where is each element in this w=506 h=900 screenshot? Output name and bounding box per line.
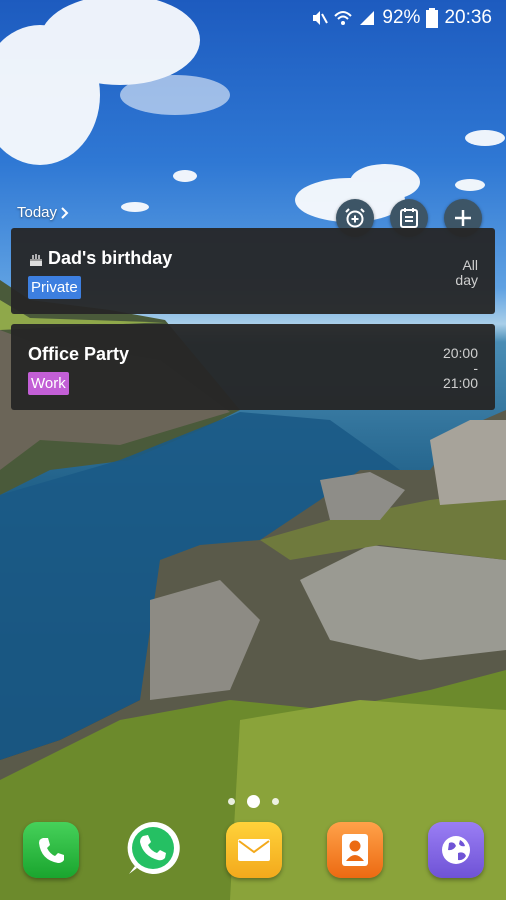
event-card[interactable]: Dad's birthday Private All day bbox=[11, 228, 495, 314]
event-time-end: 21:00 bbox=[442, 375, 478, 391]
event-time-end: day bbox=[455, 272, 478, 288]
phone-app[interactable] bbox=[23, 822, 79, 878]
wifi-icon bbox=[334, 11, 353, 25]
status-bar: 92% 20:36 bbox=[0, 0, 506, 36]
event-time-separator: - bbox=[473, 360, 478, 376]
page-dot[interactable] bbox=[271, 798, 279, 805]
wallpaper-landscape bbox=[0, 0, 506, 900]
event-title: Dad's birthday bbox=[48, 248, 173, 268]
signal-icon bbox=[360, 11, 375, 25]
today-label: Today bbox=[17, 204, 58, 221]
event-title-row: Dad's birthday bbox=[28, 248, 172, 269]
event-title-row: Office Party bbox=[28, 344, 129, 365]
battery-icon bbox=[426, 8, 439, 28]
plus-icon bbox=[455, 210, 471, 226]
phone-icon bbox=[39, 838, 64, 863]
whatsapp-icon bbox=[127, 821, 180, 874]
contacts-app[interactable] bbox=[327, 822, 383, 878]
event-card[interactable]: Office Party Work 20:00 - 21:00 bbox=[11, 324, 495, 410]
internet-app[interactable] bbox=[428, 822, 484, 878]
page-indicator bbox=[0, 795, 506, 808]
app-dock bbox=[0, 821, 506, 884]
event-time: 20:00 - 21:00 bbox=[443, 346, 478, 391]
event-time: All day bbox=[455, 258, 478, 288]
cake-icon bbox=[30, 253, 42, 266]
event-time-start: All bbox=[462, 257, 478, 273]
email-app[interactable] bbox=[226, 822, 282, 878]
battery-percent: 92% bbox=[382, 7, 421, 28]
wallpaper bbox=[0, 0, 506, 900]
status-time: 20:36 bbox=[444, 7, 492, 28]
event-calendar-tag: Work bbox=[28, 372, 69, 395]
page-dot[interactable] bbox=[227, 798, 235, 805]
mute-icon bbox=[313, 11, 329, 25]
internet-icon bbox=[442, 836, 470, 864]
whatsapp-app[interactable] bbox=[123, 818, 183, 878]
today-link[interactable]: Today bbox=[17, 204, 69, 221]
calendar-icon bbox=[400, 208, 418, 228]
chevron-right-icon bbox=[61, 206, 69, 219]
contacts-icon bbox=[342, 834, 368, 866]
alarm-add-icon bbox=[345, 208, 365, 228]
event-time-start: 20:00 bbox=[442, 345, 478, 361]
page-dot-active[interactable] bbox=[246, 795, 260, 808]
email-icon bbox=[238, 839, 270, 861]
event-title: Office Party bbox=[28, 344, 130, 364]
event-calendar-tag: Private bbox=[28, 276, 81, 299]
